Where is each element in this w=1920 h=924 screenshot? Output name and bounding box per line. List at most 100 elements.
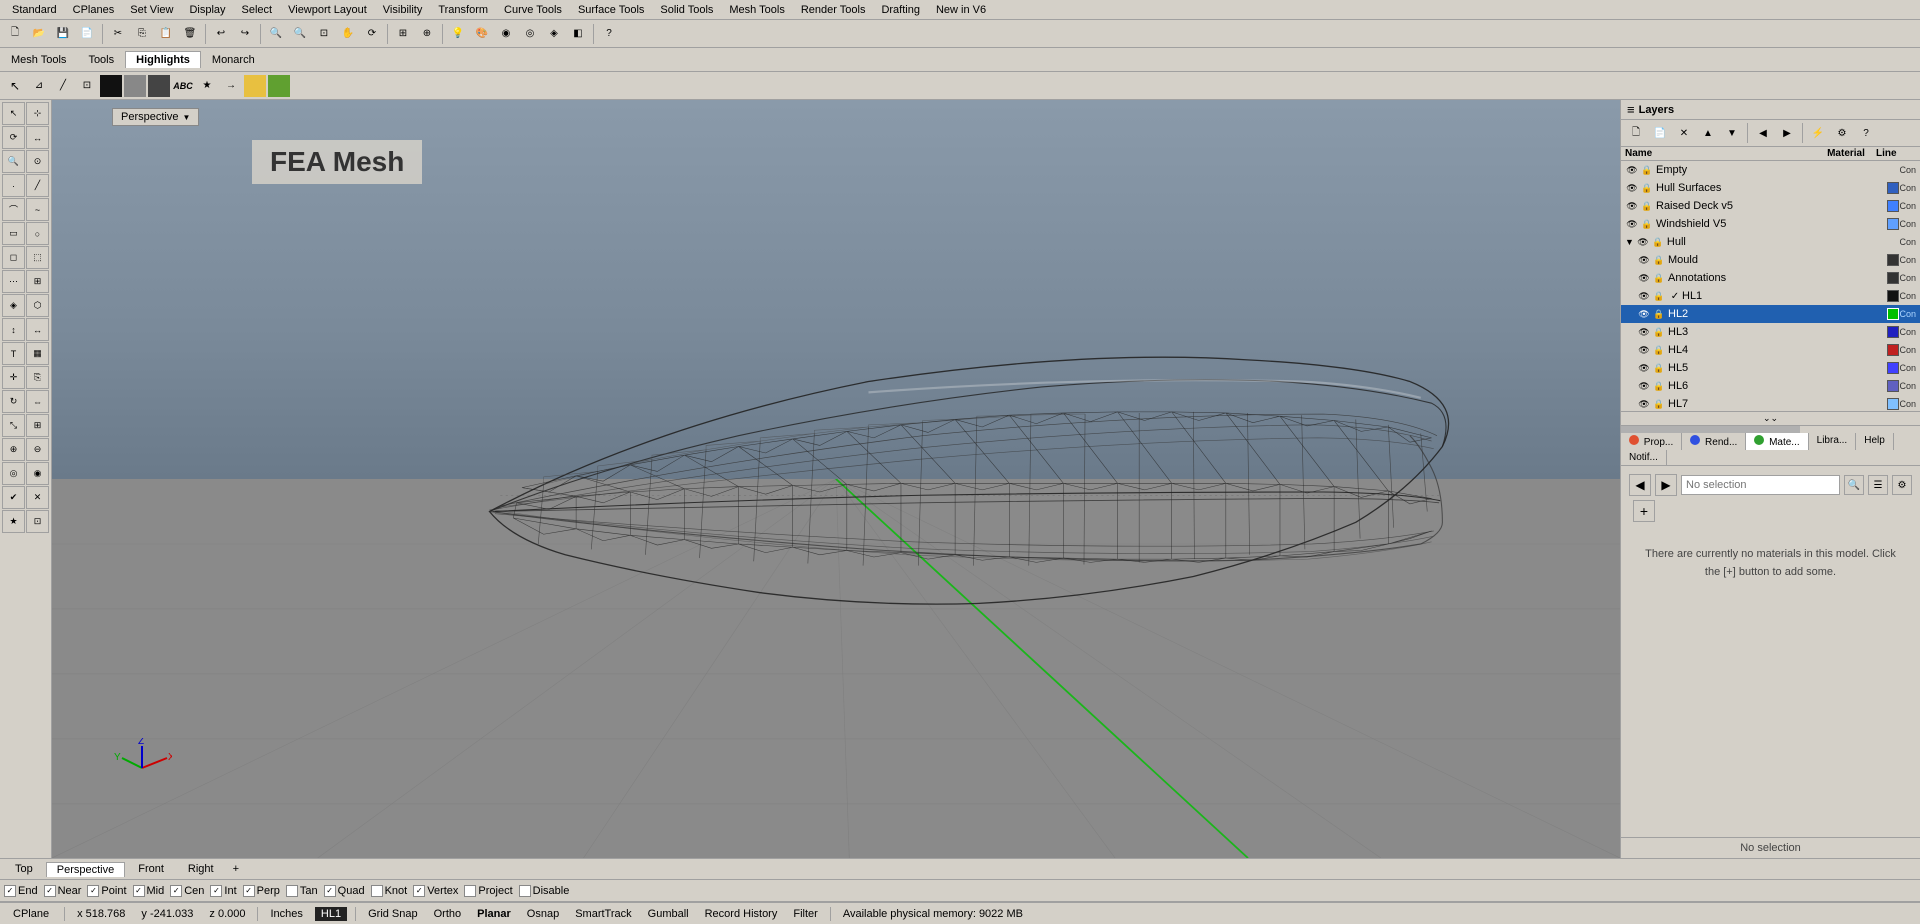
toolbar-copy[interactable]: ⎘ [131,23,153,45]
osnap-mid[interactable]: ✓ Mid [133,885,165,897]
toolbar-lights[interactable]: 💡 [447,23,469,45]
tool-boolean2[interactable]: ⊖ [26,438,49,461]
layer-down-btn[interactable]: ▼ [1721,122,1743,144]
viewport[interactable]: X Y Z [52,100,1620,858]
tool-scale[interactable]: ⤡ [2,414,25,437]
layer-help[interactable]: ? [1855,122,1877,144]
layer-eye-windshield[interactable]: 👁 [1625,217,1639,231]
toolbar-open[interactable]: 📂 [28,23,50,45]
layer-row-hl1[interactable]: 👁 🔒 ✓ HL1 Con [1621,287,1920,305]
toolbar-grid[interactable]: ⊞ [392,23,414,45]
tool-surface1[interactable]: ◻ [2,246,25,269]
toolbar-snap[interactable]: ⊕ [416,23,438,45]
tool-move[interactable]: ✛ [2,366,25,389]
vp-tab-right[interactable]: Right [177,861,225,877]
tab-help[interactable]: Help [1856,433,1894,450]
layer-eye-raised-deck[interactable]: 👁 [1625,199,1639,213]
tool-mirror[interactable]: ⇔ [26,390,49,413]
layer-row-hl2[interactable]: 👁 🔒 HL2 Con [1621,305,1920,323]
layer-row-hull[interactable]: ▼ 👁 🔒 Hull Con [1621,233,1920,251]
toolbar-zoom-in[interactable]: 🔍 [265,23,287,45]
tool-pan[interactable]: ↔ [26,126,49,149]
osnap-project[interactable]: Project [464,885,512,897]
tool-render-btn[interactable]: ◎ [2,462,25,485]
status-ortho[interactable]: Ortho [430,908,466,920]
vp-tab-top[interactable]: Top [4,861,44,877]
tool-zoom2[interactable]: ⊙ [26,150,49,173]
menu-transform[interactable]: Transform [430,2,496,18]
menu-solid-tools[interactable]: Solid Tools [652,2,721,18]
layer-row-hl4[interactable]: 👁 🔒 HL4 Con [1621,341,1920,359]
tool-line[interactable]: ╱ [26,174,49,197]
layer-lock-hl3[interactable]: 🔒 [1652,325,1666,339]
osnap-near[interactable]: ✓ Near [44,885,82,897]
tool-array[interactable]: ⊞ [26,414,49,437]
tool-solid1[interactable]: ◈ [2,294,25,317]
status-filter[interactable]: Filter [789,908,821,920]
tool-mesh1[interactable]: ⋯ [2,270,25,293]
tool-rect[interactable]: ▭ [2,222,25,245]
menu-visibility[interactable]: Visibility [375,2,431,18]
layer-eye-hl1[interactable]: 👁 [1637,289,1651,303]
tool-extra1[interactable]: ✔ [2,486,25,509]
search-input[interactable] [1681,475,1840,495]
layer-lock-windshield[interactable]: 🔒 [1640,217,1654,231]
tool-copy-tool[interactable]: ⎘ [26,366,49,389]
toolbar-undo[interactable]: ↩ [210,23,232,45]
toolbar-help[interactable]: ? [598,23,620,45]
layer-new-btn[interactable]: 🗋 [1625,122,1647,144]
tb2-color1[interactable] [244,75,266,97]
layer-filter[interactable]: ⚡ [1807,122,1829,144]
tb2-7[interactable] [148,75,170,97]
tb2-color2[interactable] [268,75,290,97]
toolbar-redo[interactable]: ↪ [234,23,256,45]
menu-drafting[interactable]: Drafting [873,2,928,18]
tb2-4[interactable]: ⊡ [76,75,98,97]
tab-render[interactable]: Rend... [1682,433,1746,450]
menu-curve-tools[interactable]: Curve Tools [496,2,570,18]
tool-circle[interactable]: ○ [26,222,49,245]
status-smart-track[interactable]: SmartTrack [571,908,635,920]
tb2-arrow[interactable]: → [220,75,242,97]
layer-lock-hl1[interactable]: 🔒 [1652,289,1666,303]
layer-eye-hl7[interactable]: 👁 [1637,397,1651,411]
menu-standard[interactable]: Standard [4,2,65,18]
layer-eye-hull-surf[interactable]: 👁 [1625,181,1639,195]
menu-cplanes[interactable]: CPlanes [65,2,123,18]
layer-eye-hl2[interactable]: 👁 [1637,307,1651,321]
tab-notifications[interactable]: Notif... [1621,450,1667,465]
status-osnap[interactable]: Osnap [523,908,563,920]
tool-rotate-view[interactable]: ⟳ [2,126,25,149]
tool-dim1[interactable]: ↕ [2,318,25,341]
toolbar-zoom-out[interactable]: 🔍 [289,23,311,45]
tool-point[interactable]: · [2,174,25,197]
status-gumball[interactable]: Gumball [644,908,693,920]
layer-arrow-right[interactable]: ▶ [1776,122,1798,144]
tool-zoom[interactable]: 🔍 [2,150,25,173]
toolbar-material[interactable]: ◉ [495,23,517,45]
tab-properties[interactable]: Prop... [1621,433,1682,450]
layer-row-hl5[interactable]: 👁 🔒 HL5 Con [1621,359,1920,377]
tool-select-arrow[interactable]: ↖ [2,102,25,125]
tab-library[interactable]: Libra... [1809,433,1857,450]
layer-eye-hl3[interactable]: 👁 [1637,325,1651,339]
osnap-perp[interactable]: ✓ Perp [243,885,280,897]
tool-rotate[interactable]: ↻ [2,390,25,413]
osnap-point[interactable]: ✓ Point [87,885,126,897]
toolbar-new[interactable]: 🗋 [4,23,26,45]
toolbar-cut[interactable]: ✂ [107,23,129,45]
layer-row-annotations[interactable]: 👁 🔒 Annotations Con [1621,269,1920,287]
menu-mesh-tools[interactable]: Mesh Tools [721,2,792,18]
tb2-star[interactable]: ★ [196,75,218,97]
hull-collapse-arrow[interactable]: ▼ [1625,237,1634,247]
osnap-disable[interactable]: Disable [519,885,570,897]
layer-row-hl6[interactable]: 👁 🔒 HL6 Con [1621,377,1920,395]
tb2-5[interactable] [100,75,122,97]
tab-mesh-tools[interactable]: Mesh Tools [0,51,77,69]
layer-eye-empty[interactable]: 👁 [1625,163,1639,177]
toolbar-render2[interactable]: ◎ [519,23,541,45]
tb2-1[interactable]: ↖ [4,75,26,97]
search-btn[interactable]: 🔍 [1844,475,1864,495]
tool-annot[interactable]: T [2,342,25,365]
layer-lock-hl6[interactable]: 🔒 [1652,379,1666,393]
